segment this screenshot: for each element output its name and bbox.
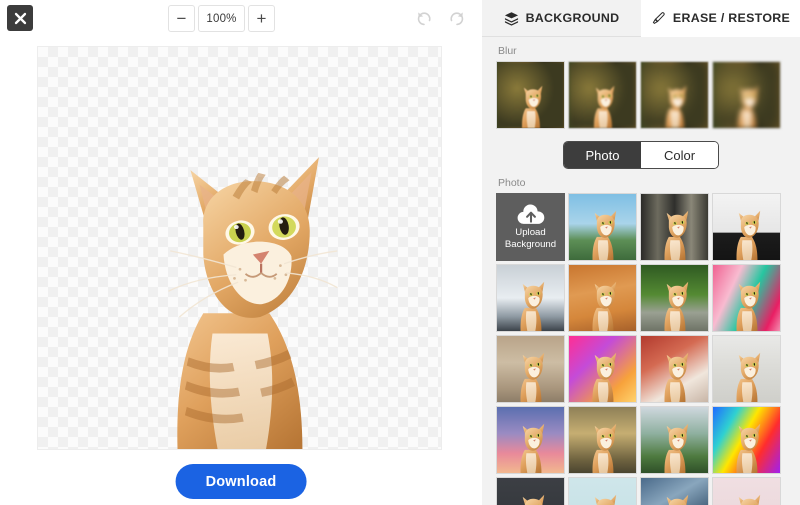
bg-palm-arch[interactable] <box>568 406 637 474</box>
layers-icon <box>504 11 518 26</box>
source-toggle: Photo Color <box>563 141 719 169</box>
upload-background-button[interactable]: Upload Background <box>496 193 565 261</box>
cat-thumbnail <box>593 85 614 128</box>
toggle-photo[interactable]: Photo <box>564 142 641 168</box>
bg-sunset-sky[interactable] <box>496 406 565 474</box>
cat-thumbnail <box>591 494 616 505</box>
bg-white-studio[interactable] <box>712 193 781 261</box>
tab-erase-restore[interactable]: ERASE / RESTORE <box>641 0 800 37</box>
cat-thumbnail <box>521 85 542 128</box>
tab-background[interactable]: BACKGROUND <box>482 0 641 37</box>
cat-thumbnail <box>663 210 688 260</box>
photo-grid-row <box>496 264 786 332</box>
bg-brick-wall[interactable] <box>496 335 565 403</box>
cat-thumbnail <box>591 281 616 331</box>
photo-thumbnail-grid: Upload Background <box>482 193 800 505</box>
cat-thumbnail <box>663 352 688 402</box>
cat-thumbnail <box>591 423 616 473</box>
bg-palm-beach[interactable] <box>568 193 637 261</box>
bg-charcoal[interactable] <box>496 477 565 505</box>
undo-button[interactable] <box>412 6 436 30</box>
cat-thumbnail <box>665 85 686 128</box>
blur-thumbnail-row <box>482 61 800 129</box>
bg-dark-interior[interactable] <box>640 193 709 261</box>
toggle-color[interactable]: Color <box>641 142 718 168</box>
photo-grid-row <box>496 477 786 505</box>
cat-thumbnail <box>737 85 758 128</box>
zoom-out-button[interactable]: − <box>168 5 195 32</box>
photo-grid-row <box>496 406 786 474</box>
photo-section-label: Photo <box>498 177 526 189</box>
blur-level-3[interactable] <box>640 61 709 129</box>
editor-toolbar: − 100% + <box>0 0 482 38</box>
bg-pale-blue[interactable] <box>568 477 637 505</box>
editor-area: − 100% + Download <box>0 0 482 505</box>
photo-grid-row <box>496 335 786 403</box>
bg-pink-teal[interactable] <box>712 264 781 332</box>
cat-thumbnail <box>519 423 544 473</box>
redo-button[interactable] <box>445 6 469 30</box>
cat-thumbnail <box>735 352 760 402</box>
undo-icon <box>417 12 431 26</box>
bg-forest-path[interactable] <box>640 264 709 332</box>
cat-thumbnail <box>663 494 688 505</box>
redo-icon <box>450 12 464 26</box>
bg-corridor[interactable] <box>496 264 565 332</box>
cat-thumbnail <box>735 423 760 473</box>
bg-desert-dune[interactable] <box>568 264 637 332</box>
cat-thumbnail <box>735 494 760 505</box>
blur-section-label: Blur <box>498 45 517 57</box>
zoom-in-button[interactable]: + <box>248 5 275 32</box>
bg-rainbow[interactable] <box>712 406 781 474</box>
tab-erase-restore-label: ERASE / RESTORE <box>672 11 791 25</box>
bg-white-brick[interactable] <box>712 335 781 403</box>
blur-level-1[interactable] <box>496 61 565 129</box>
blur-level-4[interactable] <box>712 61 781 129</box>
cat-thumbnail <box>735 281 760 331</box>
upload-label-line1: Upload <box>515 227 546 238</box>
bg-pale-pink[interactable] <box>712 477 781 505</box>
history-controls <box>412 6 469 30</box>
cat-thumbnail <box>519 352 544 402</box>
tab-background-label: BACKGROUND <box>525 11 620 25</box>
blur-level-2[interactable] <box>568 61 637 129</box>
cat-subject-image <box>166 156 338 449</box>
cat-thumbnail <box>735 210 760 260</box>
close-button[interactable] <box>7 5 33 31</box>
cat-thumbnail <box>591 352 616 402</box>
image-canvas[interactable] <box>37 46 442 450</box>
bg-mountain[interactable] <box>640 406 709 474</box>
panel-tabs: BACKGROUND ERASE / RESTORE <box>482 0 800 37</box>
bg-red-sofa[interactable] <box>640 335 709 403</box>
source-toggle-wrap: Photo Color <box>482 141 800 169</box>
background-remover-app: − 100% + Download BACKGROUND ERASE / RES… <box>0 0 800 505</box>
background-panel: BACKGROUND ERASE / RESTORE Blur Photo Co… <box>482 0 800 505</box>
photo-grid-row: Upload Background <box>496 193 786 261</box>
cat-thumbnail <box>663 281 688 331</box>
upload-label-line2: Background <box>504 239 557 250</box>
cloud-upload-icon <box>517 204 544 224</box>
bg-city-blue[interactable] <box>640 477 709 505</box>
cat-thumbnail <box>663 423 688 473</box>
cat-thumbnail <box>519 281 544 331</box>
download-button[interactable]: Download <box>175 464 307 499</box>
cat-thumbnail <box>519 494 544 505</box>
zoom-controls: − 100% + <box>168 5 275 32</box>
bg-neon-gradient[interactable] <box>568 335 637 403</box>
zoom-level-display: 100% <box>198 5 245 32</box>
cat-thumbnail <box>591 210 616 260</box>
close-icon <box>14 12 26 24</box>
brush-icon <box>652 11 665 24</box>
